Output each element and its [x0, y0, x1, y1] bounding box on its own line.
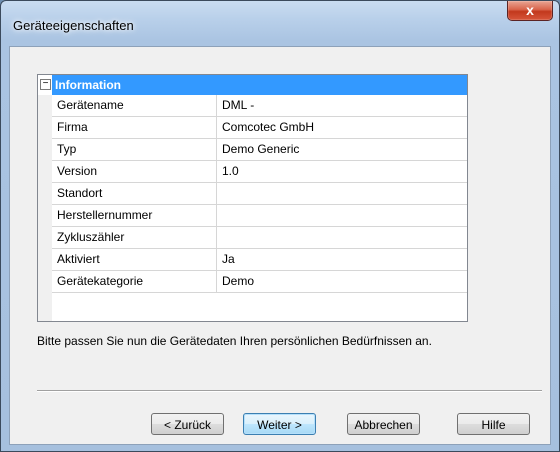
property-row-herstellernummer[interactable]: Herstellernummer [52, 205, 467, 227]
back-button[interactable]: < Zurück [151, 413, 224, 435]
dialog-client-area: − Information Gerätename DML - Firma Com… [9, 46, 551, 445]
collapse-icon[interactable]: − [40, 79, 51, 90]
instruction-text: Bitte passen Sie nun die Gerätedaten Ihr… [37, 334, 432, 348]
property-value[interactable] [217, 227, 467, 248]
property-row-geraetename[interactable]: Gerätename DML - [52, 95, 467, 117]
property-row-firma[interactable]: Firma Comcotec GmbH [52, 117, 467, 139]
property-name: Zykluszähler [52, 227, 217, 248]
property-name: Herstellernummer [52, 205, 217, 226]
dialog-window: Geräteeigenschaften x − Information Gerä… [0, 0, 560, 452]
grid-left-margin [38, 95, 52, 321]
cancel-button[interactable]: Abbrechen [347, 413, 420, 435]
category-margin: − [38, 75, 52, 95]
property-row-standort[interactable]: Standort [52, 183, 467, 205]
category-label[interactable]: Information [52, 75, 467, 95]
property-name: Aktiviert [52, 249, 217, 270]
property-name: Gerätekategorie [52, 271, 217, 292]
help-button[interactable]: Hilfe [457, 413, 530, 435]
close-button[interactable]: x [507, 1, 553, 21]
separator-line [37, 390, 542, 392]
property-row-version[interactable]: Version 1.0 [52, 161, 467, 183]
property-row-typ[interactable]: Typ Demo Generic [52, 139, 467, 161]
property-value[interactable]: 1.0 [217, 161, 467, 182]
property-name: Version [52, 161, 217, 182]
property-value[interactable] [217, 183, 467, 204]
property-name: Gerätename [52, 95, 217, 116]
property-value[interactable]: DML - [217, 95, 467, 116]
property-row-aktiviert[interactable]: Aktiviert Ja [52, 249, 467, 271]
property-rows: Gerätename DML - Firma Comcotec GmbH Typ… [52, 95, 467, 293]
property-name: Firma [52, 117, 217, 138]
property-value[interactable]: Ja [217, 249, 467, 270]
property-value[interactable]: Demo Generic [217, 139, 467, 160]
category-row-information[interactable]: − Information [38, 75, 467, 95]
property-row-zykluszaehler[interactable]: Zykluszähler [52, 227, 467, 249]
property-name: Standort [52, 183, 217, 204]
property-name: Typ [52, 139, 217, 160]
window-title: Geräteeigenschaften [13, 18, 134, 33]
property-grid[interactable]: − Information Gerätename DML - Firma Com… [37, 74, 468, 322]
next-button[interactable]: Weiter > [243, 413, 316, 435]
property-value[interactable]: Comcotec GmbH [217, 117, 467, 138]
property-row-geraetekategorie[interactable]: Gerätekategorie Demo [52, 271, 467, 293]
property-value[interactable] [217, 205, 467, 226]
property-value[interactable]: Demo [217, 271, 467, 292]
close-icon: x [526, 2, 534, 18]
